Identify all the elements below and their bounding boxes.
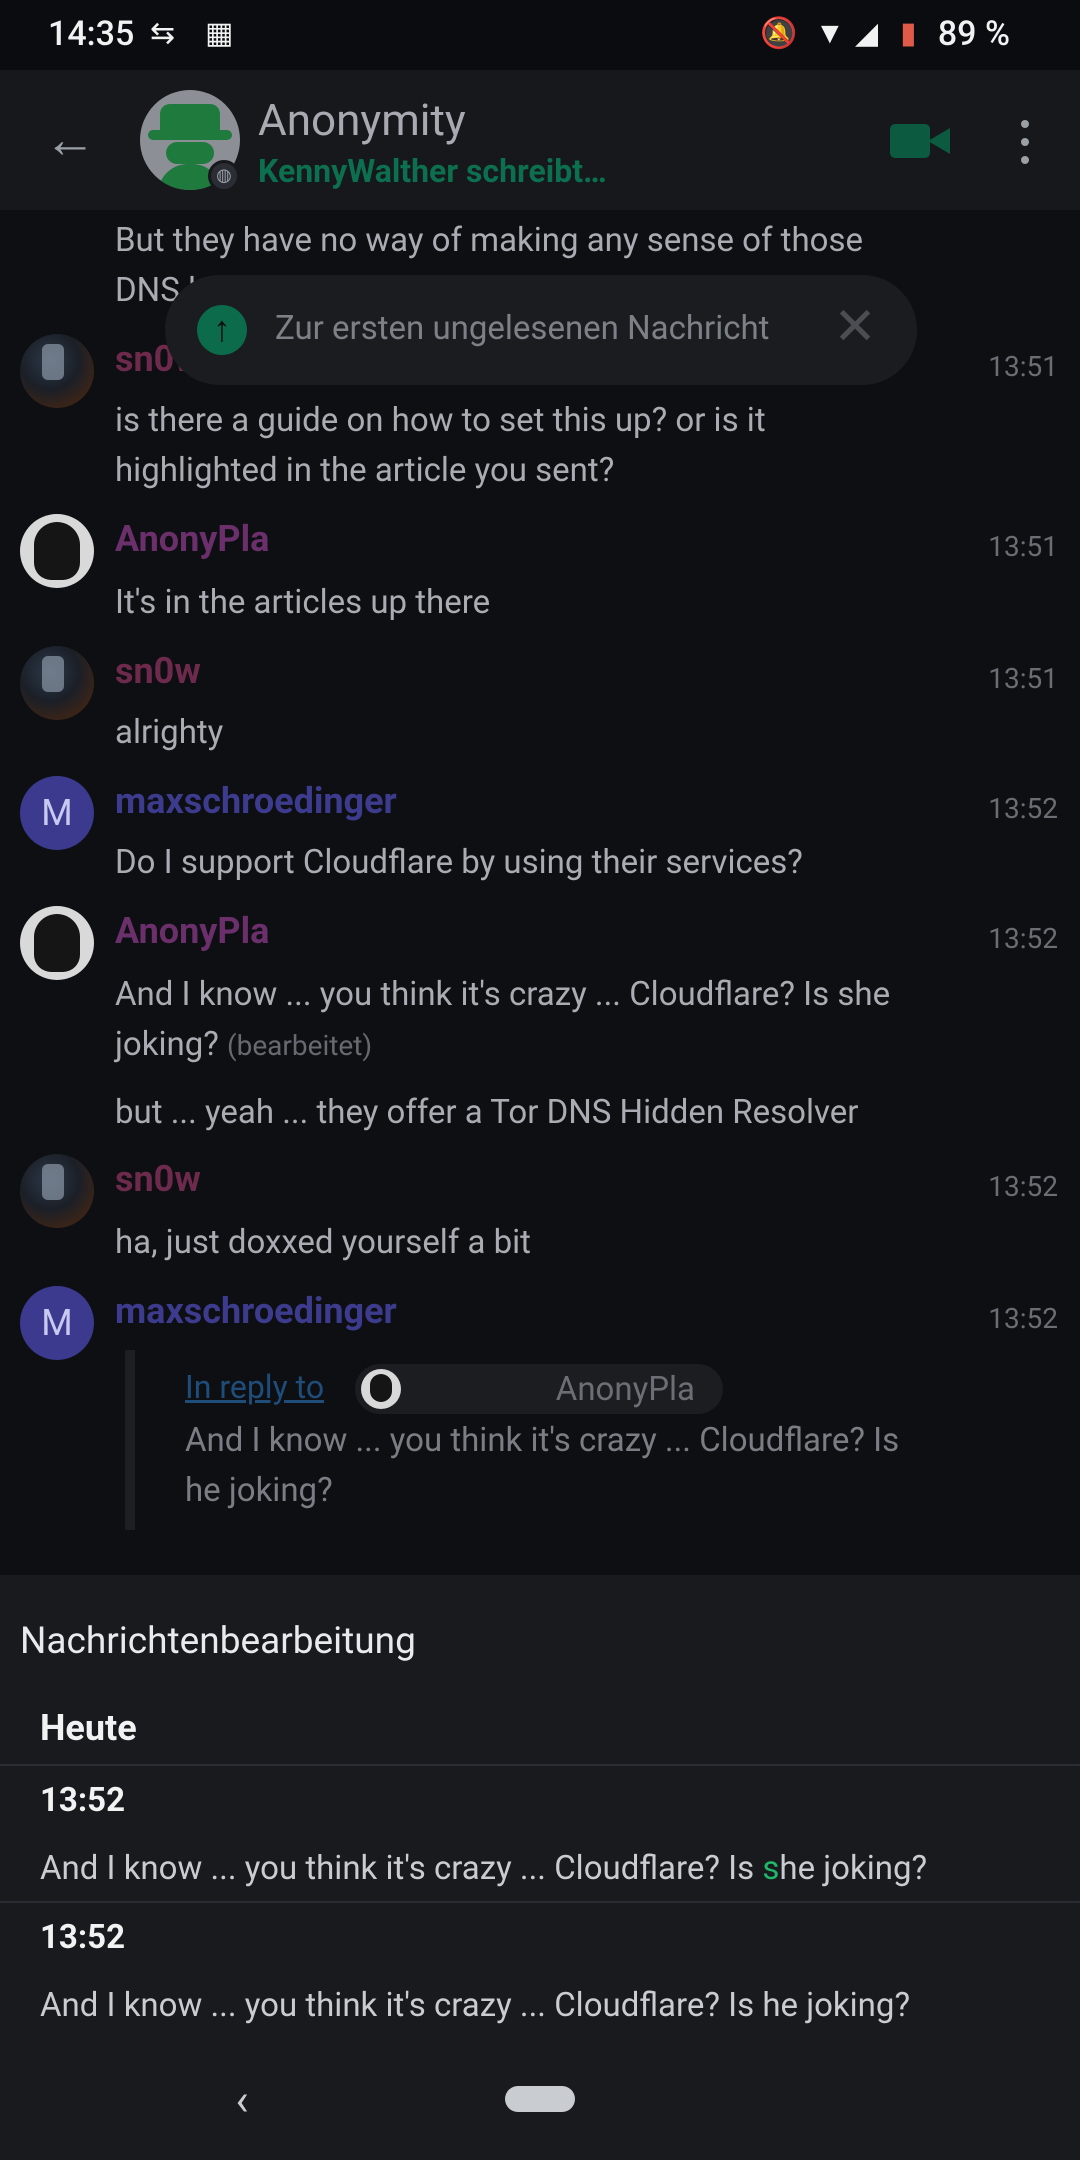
sheet-title: Nachrichtenbearbeitung <box>20 1620 416 1663</box>
avatar[interactable]: M <box>20 1286 94 1360</box>
reply-text-line: And I know ... you think it's crazy ... … <box>185 1421 900 1460</box>
screen: 14:35 ⇆ ▦ 🔕 ▼ ◢ ▮ 89 % ← ◍ Anonymity Ken… <box>0 0 1080 2160</box>
timestamp: 13:51 <box>988 662 1058 695</box>
edit-entry-time: 13:52 <box>40 1918 126 1957</box>
nav-back-icon[interactable]: ‹ <box>222 2070 262 2130</box>
grid-icon: ▦ <box>205 16 234 51</box>
divider <box>0 1901 1080 1903</box>
reply-text: And I know ... you think it's crazy ... … <box>185 1416 945 1516</box>
user-pill-name: AnonyPla <box>555 1370 695 1409</box>
system-nav-bar: ‹ <box>0 2040 1080 2160</box>
arrow-back-icon[interactable]: ← <box>40 110 100 170</box>
sender-name[interactable]: sn0w <box>115 650 201 692</box>
more-vert-icon[interactable] <box>1010 112 1040 172</box>
room-title[interactable]: Anonymity <box>258 94 466 146</box>
avatar[interactable] <box>20 646 94 720</box>
avatar[interactable] <box>20 1154 94 1228</box>
timeline[interactable]: But they have no way of making any sense… <box>0 210 1080 1575</box>
message-text: ha, just doxxed yourself a bit <box>115 1223 531 1262</box>
message-text: And I know ... you think it's crazy ... … <box>115 975 891 1014</box>
edited-label[interactable]: (bearbeitet) <box>227 1029 372 1062</box>
close-icon[interactable]: ✕ <box>825 297 885 357</box>
sender-name[interactable]: AnonyPla <box>115 518 269 560</box>
avatar[interactable] <box>20 514 94 588</box>
avatar[interactable]: M <box>20 776 94 850</box>
message-text-fragment: joking? <box>115 1025 219 1064</box>
edit-text-after: he joking? <box>779 1849 928 1888</box>
avatar[interactable] <box>20 334 94 408</box>
timestamp: 13:52 <box>988 1170 1058 1203</box>
timestamp: 13:52 <box>988 922 1058 955</box>
typing-indicator: KennyWalther schreibt… <box>258 152 607 190</box>
home-pill-icon[interactable] <box>505 2086 575 2112</box>
message-text: is there a guide on how to set this up? … <box>115 401 766 440</box>
sender-name[interactable]: sn0w <box>115 1158 201 1200</box>
jump-to-unread-bar[interactable]: ↑ Zur ersten ungelesenen Nachricht ✕ <box>165 275 917 385</box>
user-pill[interactable]: AnonyPla <box>355 1364 723 1414</box>
avatar[interactable] <box>20 906 94 980</box>
reply-text-line: he joking? <box>185 1471 333 1510</box>
timestamp: 13:52 <box>988 1302 1058 1335</box>
sender-name[interactable]: maxschroedinger <box>115 1290 397 1332</box>
divider <box>0 1764 1080 1766</box>
edit-text-before: And I know ... you think it's crazy ... … <box>40 1849 763 1888</box>
video-call-icon[interactable] <box>890 120 950 160</box>
battery-percent: 89 % <box>937 14 1010 54</box>
signal-icon: ◢ <box>855 16 879 51</box>
message-text: Do I support Cloudflare by using their s… <box>115 843 803 882</box>
room-header: ← ◍ Anonymity KennyWalther schreibt… <box>0 70 1080 210</box>
edit-entry-text[interactable]: And I know ... you think it's crazy ... … <box>40 1986 910 2025</box>
edit-entry-text[interactable]: And I know ... you think it's crazy ... … <box>40 1849 927 1888</box>
message-text: highlighted in the article you sent? <box>115 451 615 490</box>
edit-diff-highlight: s <box>762 1849 780 1888</box>
sender-name[interactable]: AnonyPla <box>115 910 269 952</box>
message-text: but ... yeah ... they offer a Tor DNS Hi… <box>115 1093 859 1132</box>
message-text: It's in the articles up there <box>115 583 491 622</box>
sync-icon: ⇆ <box>150 16 176 51</box>
message-text: alrighty <box>115 713 224 752</box>
timestamp: 13:51 <box>988 350 1058 383</box>
edit-entry-time: 13:52 <box>40 1781 126 1820</box>
timestamp: 13:51 <box>988 530 1058 563</box>
avatar <box>361 1369 401 1409</box>
timestamp: 13:52 <box>988 792 1058 825</box>
message-text: joking? (bearbeitet) <box>115 1020 372 1071</box>
edit-history-sheet: Nachrichtenbearbeitung Heute 13:52 And I… <box>0 1575 1080 2040</box>
sender-name[interactable]: maxschroedinger <box>115 780 397 822</box>
globe-icon: ◍ <box>208 160 240 192</box>
battery-icon: ▮ <box>900 16 917 51</box>
reply-quote[interactable]: In reply to AnonyPla And I know ... you … <box>125 1350 965 1530</box>
status-bar: 14:35 ⇆ ▦ 🔕 ▼ ◢ ▮ 89 % <box>0 0 1080 70</box>
day-header: Heute <box>40 1707 137 1749</box>
message-text: But they have no way of making any sense… <box>115 221 863 260</box>
arrow-up-icon: ↑ <box>197 305 247 355</box>
status-time: 14:35 <box>48 14 135 54</box>
notifications-off-icon: 🔕 <box>760 16 798 51</box>
jump-to-unread-label: Zur ersten ungelesenen Nachricht <box>275 309 770 348</box>
wifi-icon: ▼ <box>815 16 845 51</box>
in-reply-to-link[interactable]: In reply to <box>185 1368 324 1406</box>
